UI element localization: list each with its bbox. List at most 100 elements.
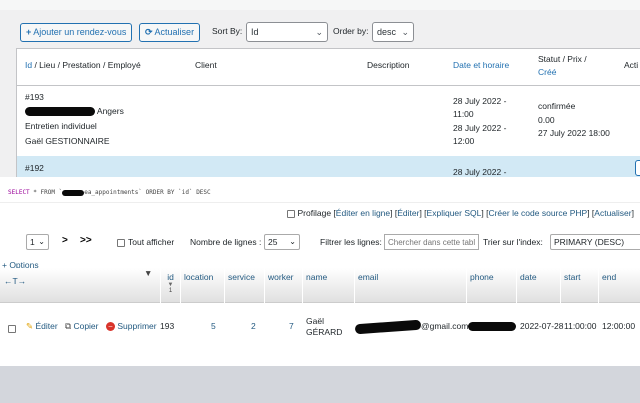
cell-end: 12:00:00	[602, 321, 636, 331]
sort-order-number: 1	[168, 288, 173, 294]
appointments-admin-panel: + Ajouter un rendez-vous ⟳ Actualiser Sort…	[0, 0, 640, 177]
redaction-mark	[25, 107, 95, 117]
page-select[interactable]: 1 ⌄	[26, 234, 49, 250]
order-by-select[interactable]: desc ⌄	[372, 22, 414, 42]
cell-name: Gaël GÉRARD	[306, 316, 342, 338]
redaction-mark	[468, 322, 516, 332]
appointment-status: confirmée	[538, 101, 576, 111]
column-header-email[interactable]: email	[354, 268, 466, 303]
column-header-phone[interactable]: phone	[466, 268, 516, 303]
column-header-end[interactable]: end	[598, 268, 640, 303]
cell-phone	[468, 321, 516, 332]
appointment-id: #193	[25, 92, 44, 102]
column-header-location[interactable]: location	[180, 268, 224, 303]
checkbox-box	[8, 324, 16, 333]
column-header-id-rest: / Lieu / Prestation / Employé	[32, 60, 141, 70]
copy-row-label: Copier	[73, 321, 99, 331]
last-page-button[interactable]: >>	[80, 235, 92, 246]
chevron-down-icon: ⌄	[289, 237, 296, 246]
cell-date: 2022-07-28	[520, 321, 564, 331]
refresh-button[interactable]: ⟳ Actualiser	[139, 23, 201, 42]
rows-select[interactable]: 25 ⌄	[264, 234, 300, 250]
column-header-actions: ←T→ ▼	[0, 268, 160, 303]
column-header-worker[interactable]: worker	[264, 268, 302, 303]
column-header-datetime[interactable]: Date et horaire	[453, 59, 509, 72]
column-arrows-icon[interactable]: ←T→	[4, 276, 26, 286]
column-header-date[interactable]: date	[516, 268, 560, 303]
sort-by-value: Id	[251, 27, 259, 37]
edit-row-button[interactable]: ✎ Éditer	[26, 321, 58, 332]
sql-keyword-select: SELECT	[8, 189, 30, 196]
sql-query-text: SELECT * FROM ` ea_appointments` ORDER BY…	[0, 183, 640, 203]
appointment-time-start: 11:00	[453, 109, 474, 119]
sort-index-select[interactable]: PRIMARY (DESC)	[550, 234, 640, 250]
delete-row-button[interactable]: – Supprimer	[106, 321, 157, 332]
redaction-mark	[62, 189, 85, 196]
copy-icon: ⧉	[65, 321, 72, 331]
column-id-label: id	[167, 272, 174, 282]
sort-index-value: PRIMARY (DESC)	[554, 237, 625, 247]
header-divider	[17, 85, 640, 86]
appointment-employee: Gaël GESTIONNAIRE	[25, 136, 110, 146]
explain-sql-link[interactable]: Expliquer SQL	[427, 208, 482, 218]
cell-id: 193	[160, 321, 175, 331]
sql-table-name: ea_appointments	[84, 189, 139, 196]
sort-arrow-icon[interactable]: ▼	[144, 268, 152, 278]
column-header-created[interactable]: Créé	[538, 66, 556, 79]
show-all-control[interactable]: Tout afficher	[117, 237, 174, 247]
edit-row-label: Éditer	[35, 321, 58, 331]
filter-rows-input[interactable]	[384, 234, 479, 250]
refresh-link[interactable]: Actualiser	[594, 208, 631, 218]
top-strip	[0, 0, 640, 10]
next-page-button[interactable]: >	[62, 235, 68, 246]
appointment-date-start: 28 July 2022 -	[453, 167, 507, 177]
empty-background	[0, 366, 640, 403]
result-table-header: ←T→ ▼ id ▼ 1 location service worker nam…	[0, 268, 640, 303]
table-row-selected[interactable]: #192 28 July 2022 -	[17, 156, 640, 177]
show-all-checkbox[interactable]	[117, 238, 125, 247]
sql-order-by: ` ORDER BY `id` DESC	[138, 189, 211, 196]
cell-service[interactable]: 2	[251, 321, 256, 332]
appointment-location: Angers	[25, 104, 124, 119]
create-php-code-link[interactable]: Créer le code source PHP	[488, 208, 587, 218]
column-header-service[interactable]: service	[224, 268, 264, 303]
row-select-checkbox[interactable]	[8, 323, 19, 334]
add-appointment-button[interactable]: + Ajouter un rendez-vous	[20, 23, 133, 42]
cell-worker[interactable]: 7	[289, 321, 294, 332]
appointment-id: #192	[25, 163, 44, 173]
sort-by-select[interactable]: Id ⌄	[246, 22, 328, 42]
column-header-client: Client	[195, 60, 217, 70]
appointment-time-end: 12:00	[453, 136, 475, 146]
cell-email: @gmail.com	[354, 319, 468, 335]
copy-row-button[interactable]: ⧉ Copier	[65, 321, 99, 332]
column-header-start[interactable]: start	[560, 268, 598, 303]
add-appointment-label: Ajouter un rendez-vous	[33, 27, 127, 37]
rows-label: Nombre de lignes :	[190, 237, 262, 247]
profiling-checkbox[interactable]	[286, 209, 295, 218]
column-header-id[interactable]: id ▼ 1	[160, 268, 180, 303]
location-label: Angers	[96, 106, 124, 116]
page-value: 1	[30, 237, 35, 247]
appointment-created: 27 July 2022 18:00	[538, 128, 610, 138]
chevron-down-icon: ⌄	[38, 237, 45, 246]
chevron-down-icon: ⌄	[401, 27, 409, 37]
cell-location[interactable]: 5	[211, 321, 216, 332]
profiling-label: Profilage	[297, 208, 332, 218]
sql-from: * FROM `	[29, 189, 63, 196]
column-header-id[interactable]: Id / Lieu / Prestation / Employé	[25, 59, 141, 72]
delete-icon: –	[106, 322, 115, 332]
result-navigation: 1 ⌄ > >> Tout afficher Nombre de lignes :…	[0, 232, 640, 256]
column-header-status: Statut / Prix /	[538, 54, 587, 64]
name-first: Gaël	[306, 316, 324, 326]
edit-link[interactable]: Éditer	[397, 208, 419, 218]
appointments-toolbar: + Ajouter un rendez-vous ⟳ Actualiser Sort…	[0, 10, 640, 50]
row-action-button[interactable]	[635, 160, 640, 176]
name-last: GÉRARD	[306, 327, 343, 337]
appointments-table: Id / Lieu / Prestation / Employé Client …	[16, 48, 640, 177]
column-header-name[interactable]: name	[302, 268, 354, 303]
sort-by-label: Sort By:	[212, 26, 243, 36]
edit-inline-link[interactable]: Éditer en ligne	[336, 208, 390, 218]
pencil-icon: ✎	[26, 321, 34, 331]
rows-value: 25	[268, 237, 278, 247]
delete-row-label: Supprimer	[117, 321, 157, 331]
